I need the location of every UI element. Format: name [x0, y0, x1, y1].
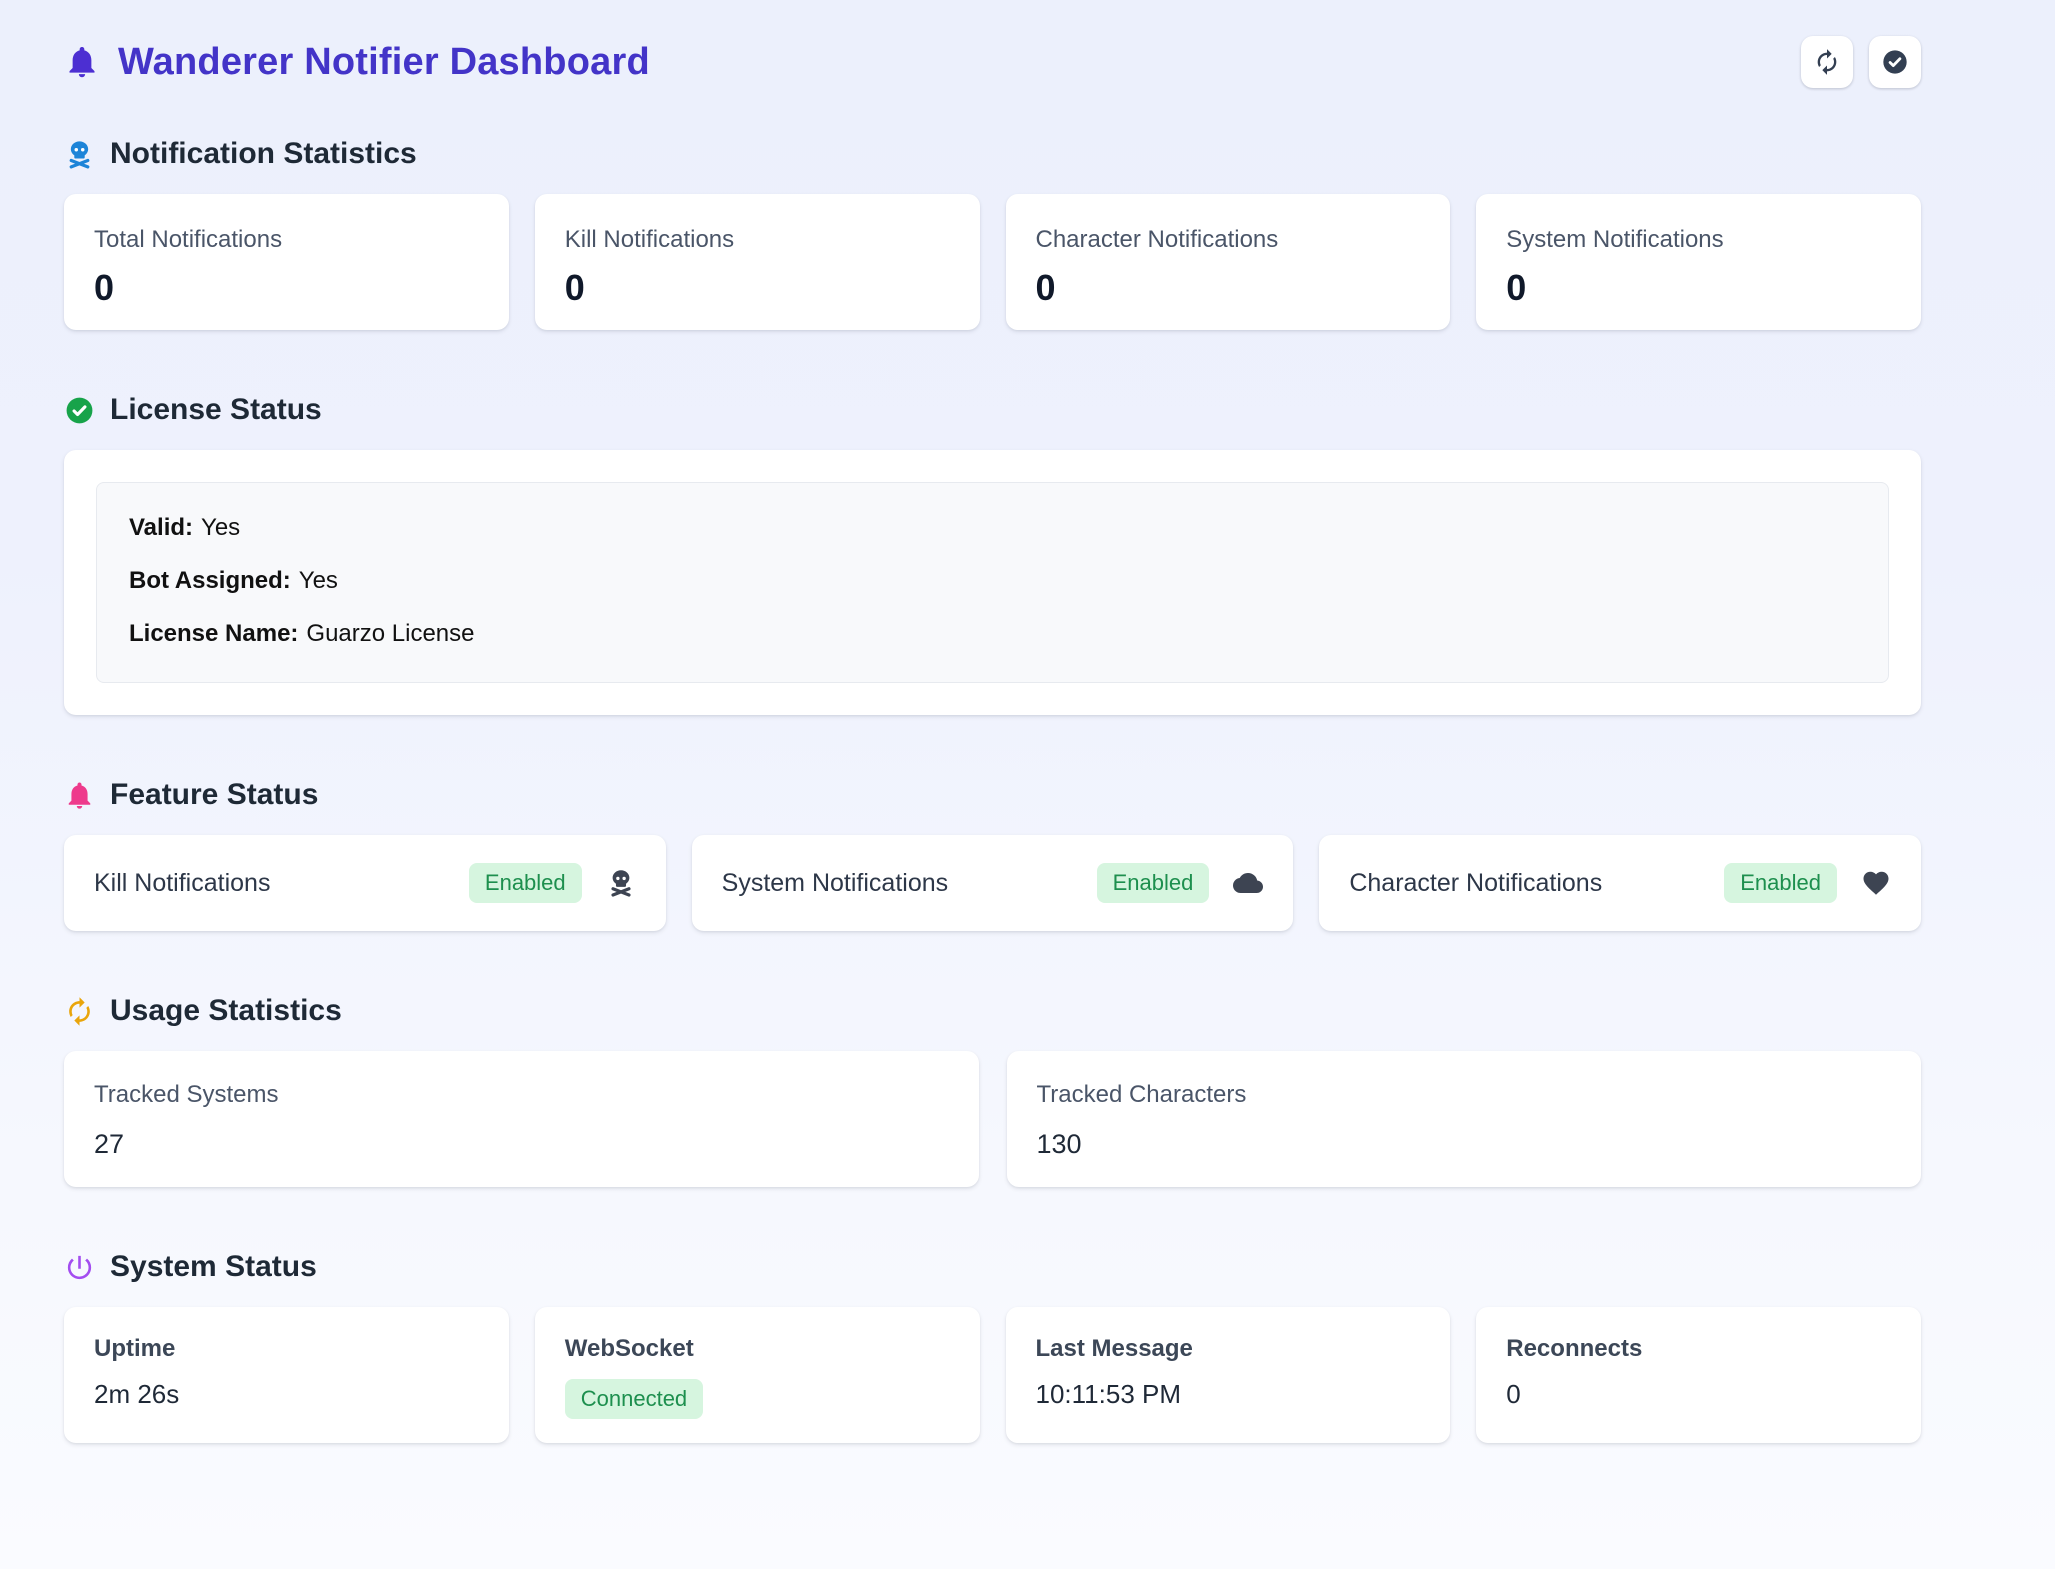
- section-title-text: Usage Statistics: [110, 993, 342, 1029]
- refresh-button[interactable]: [1801, 36, 1853, 88]
- system-value: 2m 26s: [94, 1379, 479, 1409]
- page-title-text: Wanderer Notifier Dashboard: [118, 41, 650, 84]
- feature-label: Character Notifications: [1349, 869, 1602, 898]
- section-title-license-status: License Status: [64, 392, 1921, 428]
- license-field-label: Bot Assigned:: [129, 567, 291, 594]
- feature-card-character-notifications: Character Notifications Enabled: [1319, 835, 1921, 931]
- license-field-label: Valid:: [129, 514, 193, 541]
- license-field-value: Yes: [299, 567, 338, 594]
- section-system-status: System Status Uptime 2m 26s WebSocket Co…: [64, 1249, 1921, 1443]
- license-field-value: Guarzo License: [306, 620, 474, 647]
- stat-label: Total Notifications: [94, 226, 479, 254]
- usage-card-tracked-characters: Tracked Characters 130: [1007, 1051, 1922, 1187]
- feature-label: Kill Notifications: [94, 869, 270, 898]
- system-card-reconnects: Reconnects 0: [1476, 1307, 1921, 1443]
- system-value: 0: [1506, 1379, 1891, 1409]
- skull-crossbones-icon: [64, 139, 95, 170]
- stat-card-system-notifications: System Notifications 0: [1476, 194, 1921, 330]
- section-license-status: License Status Valid: Yes Bot Assigned: Ye…: [64, 392, 1921, 715]
- heart-icon: [1861, 868, 1891, 898]
- skull-crossbones-icon: [606, 868, 636, 898]
- stat-card-total-notifications: Total Notifications 0: [64, 194, 509, 330]
- check-circle-icon: [1881, 48, 1909, 76]
- system-card-last-message: Last Message 10:11:53 PM: [1006, 1307, 1451, 1443]
- section-title-text: Notification Statistics: [110, 136, 417, 172]
- stat-value: 0: [1506, 270, 1891, 306]
- system-card-uptime: Uptime 2m 26s: [64, 1307, 509, 1443]
- section-feature-status: Feature Status Kill Notifications Enable…: [64, 777, 1921, 931]
- stat-value: 0: [94, 270, 479, 306]
- system-label: Last Message: [1036, 1335, 1421, 1363]
- license-row-license-name: License Name: Guarzo License: [129, 619, 1856, 648]
- section-usage-statistics: Usage Statistics Tracked Systems 27 Trac…: [64, 993, 1921, 1187]
- license-panel: Valid: Yes Bot Assigned: Yes License Name:…: [96, 482, 1889, 683]
- system-label: Reconnects: [1506, 1335, 1891, 1363]
- system-value: 10:11:53 PM: [1036, 1379, 1421, 1409]
- license-row-bot-assigned: Bot Assigned: Yes: [129, 566, 1856, 595]
- bell-icon: [64, 44, 100, 80]
- license-card: Valid: Yes Bot Assigned: Yes License Name:…: [64, 450, 1921, 715]
- section-title-text: System Status: [110, 1249, 317, 1285]
- check-circle-icon: [64, 395, 95, 426]
- system-label: Uptime: [94, 1335, 479, 1363]
- usage-label: Tracked Systems: [94, 1081, 949, 1109]
- dashboard-page: Wanderer Notifier Dashboard Notification…: [0, 0, 2055, 1443]
- feature-card-system-notifications: System Notifications Enabled: [692, 835, 1294, 931]
- header: Wanderer Notifier Dashboard: [64, 36, 1921, 88]
- cloud-icon: [1233, 868, 1263, 898]
- section-notification-statistics: Notification Statistics Total Notificati…: [64, 136, 1921, 330]
- refresh-icon: [1813, 48, 1841, 76]
- section-title-notification-statistics: Notification Statistics: [64, 136, 1921, 172]
- system-card-websocket: WebSocket Connected: [535, 1307, 980, 1443]
- header-actions: [1801, 36, 1921, 88]
- section-title-text: License Status: [110, 392, 322, 428]
- bell-icon: [64, 780, 95, 811]
- section-title-usage-statistics: Usage Statistics: [64, 993, 1921, 1029]
- stat-value: 0: [565, 270, 950, 306]
- feature-status-badge: Enabled: [1097, 863, 1210, 903]
- refresh-icon: [64, 996, 95, 1027]
- section-title-system-status: System Status: [64, 1249, 1921, 1285]
- feature-card-kill-notifications: Kill Notifications Enabled: [64, 835, 666, 931]
- usage-label: Tracked Characters: [1037, 1081, 1892, 1109]
- feature-status-badge: Enabled: [469, 863, 582, 903]
- usage-card-tracked-systems: Tracked Systems 27: [64, 1051, 979, 1187]
- stat-label: Kill Notifications: [565, 226, 950, 254]
- stat-card-character-notifications: Character Notifications 0: [1006, 194, 1451, 330]
- system-label: WebSocket: [565, 1335, 950, 1363]
- websocket-status-badge: Connected: [565, 1379, 703, 1419]
- license-field-value: Yes: [201, 514, 240, 541]
- section-title-feature-status: Feature Status: [64, 777, 1921, 813]
- feature-label: System Notifications: [722, 869, 948, 898]
- feature-status-badge: Enabled: [1724, 863, 1837, 903]
- section-title-text: Feature Status: [110, 777, 318, 813]
- page-title: Wanderer Notifier Dashboard: [64, 41, 650, 84]
- stat-label: Character Notifications: [1036, 226, 1421, 254]
- license-field-label: License Name:: [129, 620, 298, 647]
- stat-value: 0: [1036, 270, 1421, 306]
- status-check-button[interactable]: [1869, 36, 1921, 88]
- power-icon: [64, 1252, 95, 1283]
- stat-card-kill-notifications: Kill Notifications 0: [535, 194, 980, 330]
- stat-label: System Notifications: [1506, 226, 1891, 254]
- usage-value: 27: [94, 1129, 949, 1159]
- usage-value: 130: [1037, 1129, 1892, 1159]
- license-row-valid: Valid: Yes: [129, 513, 1856, 542]
